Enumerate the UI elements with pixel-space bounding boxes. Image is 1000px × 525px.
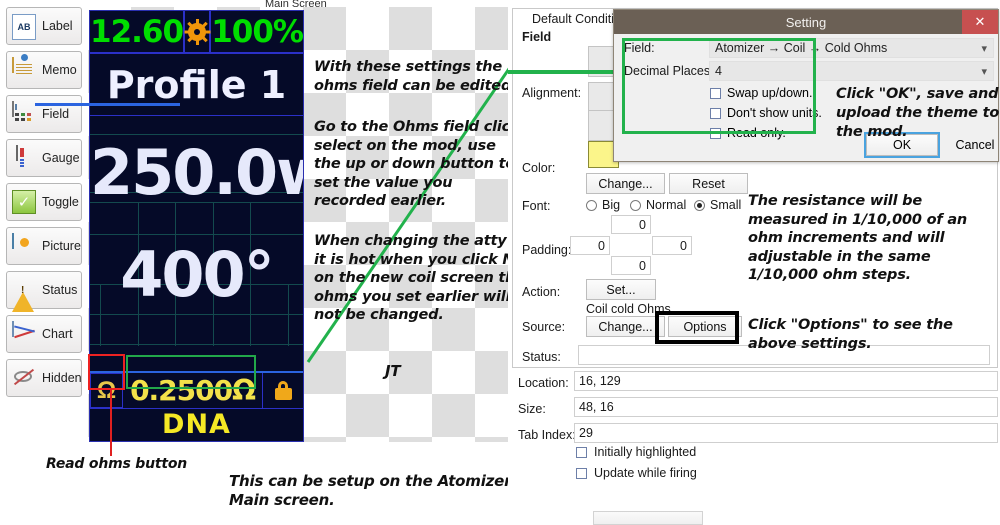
main-screen-caption: Main Screen xyxy=(265,0,327,10)
tool-button-gauge[interactable]: Gauge xyxy=(6,139,82,177)
close-icon[interactable]: ✕ xyxy=(962,10,998,34)
tool-label-text: Gauge xyxy=(42,151,80,165)
lock-icon[interactable] xyxy=(262,373,303,408)
status-label: Status: xyxy=(522,350,561,364)
radio-big[interactable] xyxy=(586,199,597,211)
update-while-firing-checkbox[interactable] xyxy=(576,467,587,479)
hidden-eye-slash-icon xyxy=(12,366,36,390)
highlight-box-options-button xyxy=(655,311,739,344)
annotation-settings-note: With these settings the ohms field can b… xyxy=(314,59,517,94)
device-voltage[interactable]: 12.60 xyxy=(90,11,184,52)
source-change-button[interactable]: Change... xyxy=(586,316,665,337)
bottom-partial-button[interactable] xyxy=(593,511,703,525)
update-while-firing-checkbox-row[interactable]: Update while firing xyxy=(576,466,697,480)
device-status-row: 12.60 100% xyxy=(90,11,304,54)
font-option-label: Big xyxy=(602,198,621,212)
annotation-atty-note: When changing the atty if it is hot when… xyxy=(314,233,527,324)
padding-left-input[interactable]: 0 xyxy=(570,236,610,255)
gear-icon[interactable] xyxy=(183,11,212,52)
device-wattage[interactable]: 250.0w xyxy=(90,142,303,204)
leader-line-settings-horizontal xyxy=(508,70,618,74)
font-label: Font: xyxy=(522,199,551,213)
device-battery-percent[interactable]: 100% xyxy=(211,11,304,52)
size-input[interactable]: 48, 16 xyxy=(574,397,998,417)
chevron-down-icon: ▾ xyxy=(981,66,987,78)
field-heading: Field xyxy=(522,30,552,44)
font-option-label: Normal xyxy=(646,198,687,212)
tool-label-text: Hidden xyxy=(42,371,82,385)
font-option-label: Small xyxy=(710,198,742,212)
size-label: Size: xyxy=(518,402,546,416)
memo-note-icon xyxy=(12,57,36,82)
padding-top-input[interactable]: 0 xyxy=(611,215,651,234)
device-main-area: 250.0w 400° xyxy=(90,116,303,371)
tab-index-input[interactable]: 29 xyxy=(574,423,998,443)
annotation-options-note: Click "Options" to see the above setting… xyxy=(748,317,953,352)
location-input[interactable]: 16, 129 xyxy=(574,371,998,391)
initially-highlighted-checkbox[interactable] xyxy=(576,446,587,458)
padding-label: Padding: xyxy=(522,243,572,257)
padding-right-input[interactable]: 0 xyxy=(652,236,692,255)
color-reset-button[interactable]: Reset xyxy=(669,173,748,194)
label-page-icon: AB xyxy=(12,14,36,40)
update-while-firing-label: Update while firing xyxy=(594,466,697,480)
toggle-check-icon: ✓ xyxy=(12,190,36,214)
field-calculator-icon xyxy=(12,101,36,126)
annotation-resistance-note: The resistance will be measured in 1/10,… xyxy=(748,193,968,284)
device-profile-name[interactable]: Profile 1 xyxy=(90,54,303,116)
tab-index-label: Tab Index: xyxy=(518,428,576,442)
source-label: Source: xyxy=(522,320,566,334)
font-radio-normal[interactable]: Normal xyxy=(630,198,686,212)
annotation-ok-note: Click "OK", save and upload the theme to… xyxy=(836,86,1000,140)
initially-highlighted-checkbox-row[interactable]: Initially highlighted xyxy=(576,445,696,459)
device-temperature[interactable]: 400° xyxy=(90,244,303,306)
tool-label-text: Picture xyxy=(42,239,81,253)
radio-small[interactable] xyxy=(694,199,705,211)
tool-button-label[interactable]: AB Label xyxy=(6,7,82,45)
action-set-button[interactable]: Set... xyxy=(586,279,656,300)
tool-label-text: Status xyxy=(42,283,78,297)
leader-line-read-ohms xyxy=(110,388,112,456)
tool-label-text: Chart xyxy=(42,327,73,341)
tool-button-field[interactable]: Field xyxy=(6,95,82,133)
padding-bottom-input[interactable]: 0 xyxy=(611,256,651,275)
annotation-read-ohms-button: Read ohms button xyxy=(46,456,188,472)
alignment-label: Alignment: xyxy=(522,86,582,100)
initially-highlighted-label: Initially highlighted xyxy=(594,445,697,459)
chevron-down-icon: ▾ xyxy=(981,43,987,55)
tool-button-picture[interactable]: Picture xyxy=(6,227,82,265)
widget-toolbar: AB Label Memo Field Gauge ✓ Toggle Pictu… xyxy=(0,7,88,403)
tool-button-status[interactable]: Status xyxy=(6,271,82,312)
tool-button-hidden[interactable]: Hidden xyxy=(6,359,82,397)
highlight-box-read-ohms xyxy=(88,354,125,390)
tool-label-text: Memo xyxy=(42,63,77,77)
dialog-titlebar: Setting ✕ xyxy=(614,10,998,34)
gauge-thermometer-icon xyxy=(12,145,36,170)
tool-label-text: Field xyxy=(42,107,70,121)
device-profile-underline xyxy=(35,103,180,106)
tool-label-text: Toggle xyxy=(42,195,79,209)
action-label: Action: xyxy=(522,285,561,299)
radio-normal[interactable] xyxy=(630,199,641,211)
tool-button-memo[interactable]: Memo xyxy=(6,51,82,89)
chart-lines-icon xyxy=(12,321,36,346)
location-label: Location: xyxy=(518,376,569,390)
color-label: Color: xyxy=(522,161,556,175)
picture-image-icon xyxy=(12,233,36,258)
color-change-button[interactable]: Change... xyxy=(586,173,665,194)
font-radio-small[interactable]: Small xyxy=(694,198,741,212)
tool-label-text: Label xyxy=(42,19,73,33)
status-warning-icon xyxy=(12,278,36,312)
highlight-box-decimal-options xyxy=(622,38,816,134)
tool-button-toggle[interactable]: ✓ Toggle xyxy=(6,183,82,221)
annotation-ohms-field-note: Go to the Ohms field click select on the… xyxy=(314,119,520,210)
dialog-title: Setting xyxy=(785,14,827,30)
annotation-signature: JT xyxy=(385,362,401,380)
font-radio-big[interactable]: Big xyxy=(586,198,620,212)
device-brand-label: DNA xyxy=(90,408,303,440)
highlight-box-ohms-field xyxy=(126,355,256,389)
tool-button-chart[interactable]: Chart xyxy=(6,315,82,353)
